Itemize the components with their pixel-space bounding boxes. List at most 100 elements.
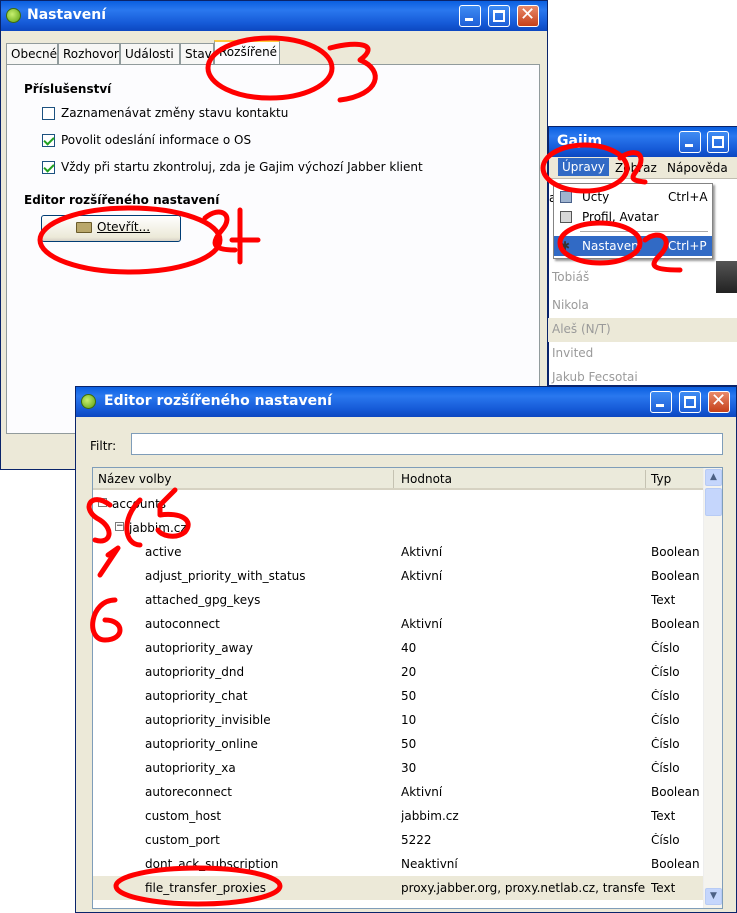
roster-contact[interactable]: Tobiáš (552, 270, 589, 284)
minimize-icon (656, 404, 664, 407)
column-name[interactable]: Název volby (98, 472, 171, 486)
table-row[interactable]: attached_gpg_keys Text (93, 588, 703, 612)
scroll-thumb[interactable] (705, 488, 722, 516)
cell-type: Text (651, 593, 676, 607)
folder-icon (76, 222, 92, 233)
roster-contact[interactable]: Nikola (552, 298, 589, 312)
cell-name: autoreconnect (145, 785, 232, 799)
cell-name: file_transfer_proxies (145, 881, 266, 895)
gajim-title: Gajim (557, 133, 603, 149)
table-row[interactable]: file_transfer_proxies proxy.jabber.org, p… (93, 876, 703, 900)
settings-titlebar[interactable]: Nastavení ✕ (1, 1, 547, 31)
default-client-checkbox[interactable]: Vždy při startu zkontroluj, zda je Gajim… (42, 160, 423, 174)
cell-name: autopriority_chat (145, 689, 248, 703)
tab-status[interactable]: Stav (180, 43, 214, 65)
column-separator[interactable] (393, 470, 394, 488)
log-status-checkbox[interactable]: Zaznamenávat změny stavu kontaktu (42, 106, 288, 120)
table-row[interactable]: autopriority_away 40 Číslo (93, 636, 703, 660)
cell-value: 10 (401, 713, 417, 727)
roster-contact[interactable]: Jakub Fecsotai (552, 370, 638, 384)
default-client-box[interactable] (42, 160, 55, 174)
table-row[interactable]: autopriority_chat 50 Číslo (93, 684, 703, 708)
profile-icon (560, 211, 572, 223)
cell-type: Číslo (651, 689, 680, 703)
tab-events[interactable]: Události (120, 43, 180, 65)
table-row[interactable]: custom_port 5222 Číslo (93, 828, 703, 852)
cell-type: Boolean (651, 617, 700, 631)
table-row[interactable]: autopriority_xa 30 Číslo (93, 756, 703, 780)
cell-name: active (145, 545, 182, 559)
tab-chat[interactable]: Rozhovor (58, 43, 120, 65)
table-row[interactable]: active Aktivní Boolean (93, 540, 703, 564)
gajim-titlebar[interactable]: Gajim (549, 127, 737, 157)
roster-contact[interactable]: Invited (552, 346, 593, 360)
cell-value: 50 (401, 689, 417, 703)
column-separator[interactable] (645, 470, 646, 488)
cell-type: Číslo (651, 665, 680, 679)
gajim-minimize-button[interactable] (679, 131, 701, 153)
vertical-scrollbar[interactable]: ▲ ▼ (703, 468, 722, 908)
table-row[interactable]: autoconnect Aktivní Boolean (93, 612, 703, 636)
editor-minimize-button[interactable] (650, 391, 672, 413)
menu-item-profile[interactable]: Profil, Avatar (554, 207, 712, 227)
table-row[interactable]: autopriority_online 50 Číslo (93, 732, 703, 756)
gajim-maximize-button[interactable] (707, 131, 729, 153)
menu-item-profile-label: Profil, Avatar (582, 210, 659, 224)
preferences-icon: ✱ (560, 239, 571, 253)
minimize-icon (685, 144, 693, 147)
tab-general[interactable]: Obecné (6, 43, 58, 65)
menu-edit[interactable]: Úpravy (558, 158, 609, 176)
advanced-editor-window: Editor rozšířeného nastavení ✕ Filtr: Ná… (75, 386, 737, 913)
accounts-icon (560, 191, 572, 203)
menu-item-preferences[interactable]: ✱ Nastavení Ctrl+P (554, 236, 712, 256)
open-editor-label: Otevřít... (97, 220, 151, 234)
advanced-panel: Příslušenství Zaznamenávat změny stavu k… (6, 64, 540, 434)
table-row[interactable]: autopriority_dnd 20 Číslo (93, 660, 703, 684)
send-os-box[interactable] (42, 133, 55, 147)
editor-heading: Editor rozšířeného nastavení (24, 193, 220, 207)
scroll-up-icon[interactable]: ▲ (705, 469, 722, 486)
log-status-label: Zaznamenávat změny stavu kontaktu (61, 106, 289, 120)
close-button[interactable]: ✕ (517, 4, 539, 27)
gajim-icon (81, 394, 96, 409)
editor-maximize-button[interactable] (679, 391, 701, 413)
editor-close-button[interactable]: ✕ (708, 390, 730, 413)
menu-help[interactable]: Nápověda (667, 161, 728, 175)
cell-name: custom_port (145, 833, 220, 847)
table-row[interactable]: autoreconnect Aktivní Boolean (93, 780, 703, 804)
menu-item-accounts-shortcut: Ctrl+A (668, 190, 708, 204)
tab-advanced[interactable]: Rozšířené (214, 40, 280, 66)
cell-value: jabbim.cz (401, 809, 459, 823)
log-status-box[interactable] (42, 106, 55, 120)
cell-value: 40 (401, 641, 417, 655)
cell-name: autopriority_invisible (145, 713, 271, 727)
settings-title: Nastavení (27, 7, 107, 23)
table-row[interactable]: autopriority_invisible 10 Číslo (93, 708, 703, 732)
minimize-button[interactable] (459, 5, 481, 27)
open-editor-button[interactable]: Otevřít... (41, 215, 181, 242)
roster-contact[interactable]: Aleš (N/T) (552, 322, 611, 336)
table-row[interactable]: − accounts (93, 492, 703, 516)
cell-value: Neaktivní (401, 857, 458, 871)
gajim-icon (6, 8, 21, 23)
cell-value: 5222 (401, 833, 432, 847)
column-value[interactable]: Hodnota (401, 472, 452, 486)
maximize-button[interactable] (488, 5, 510, 27)
scroll-down-icon[interactable]: ▼ (705, 888, 722, 905)
table-row[interactable]: custom_host jabbim.cz Text (93, 804, 703, 828)
expander-icon[interactable]: − (115, 522, 124, 531)
editor-titlebar[interactable]: Editor rozšířeného nastavení ✕ (76, 387, 736, 417)
cell-name: autoconnect (145, 617, 220, 631)
cell-name: accounts (112, 497, 167, 511)
column-type[interactable]: Typ (651, 472, 671, 486)
expander-icon[interactable]: − (98, 498, 107, 507)
menu-view[interactable]: Zobraz (615, 161, 657, 175)
table-row[interactable]: adjust_priority_with_status Aktivní Boolea… (93, 564, 703, 588)
send-os-checkbox[interactable]: Povolit odeslání informace o OS (42, 133, 251, 147)
send-os-label: Povolit odeslání informace o OS (61, 133, 252, 147)
filter-input[interactable] (131, 433, 723, 455)
table-row[interactable]: dont_ack_subscription Neaktivní Boolean (93, 852, 703, 876)
table-row[interactable]: − jabbim.cz (93, 516, 703, 540)
cell-name: autopriority_xa (145, 761, 236, 775)
menu-item-accounts[interactable]: Účty Ctrl+A (554, 187, 712, 207)
